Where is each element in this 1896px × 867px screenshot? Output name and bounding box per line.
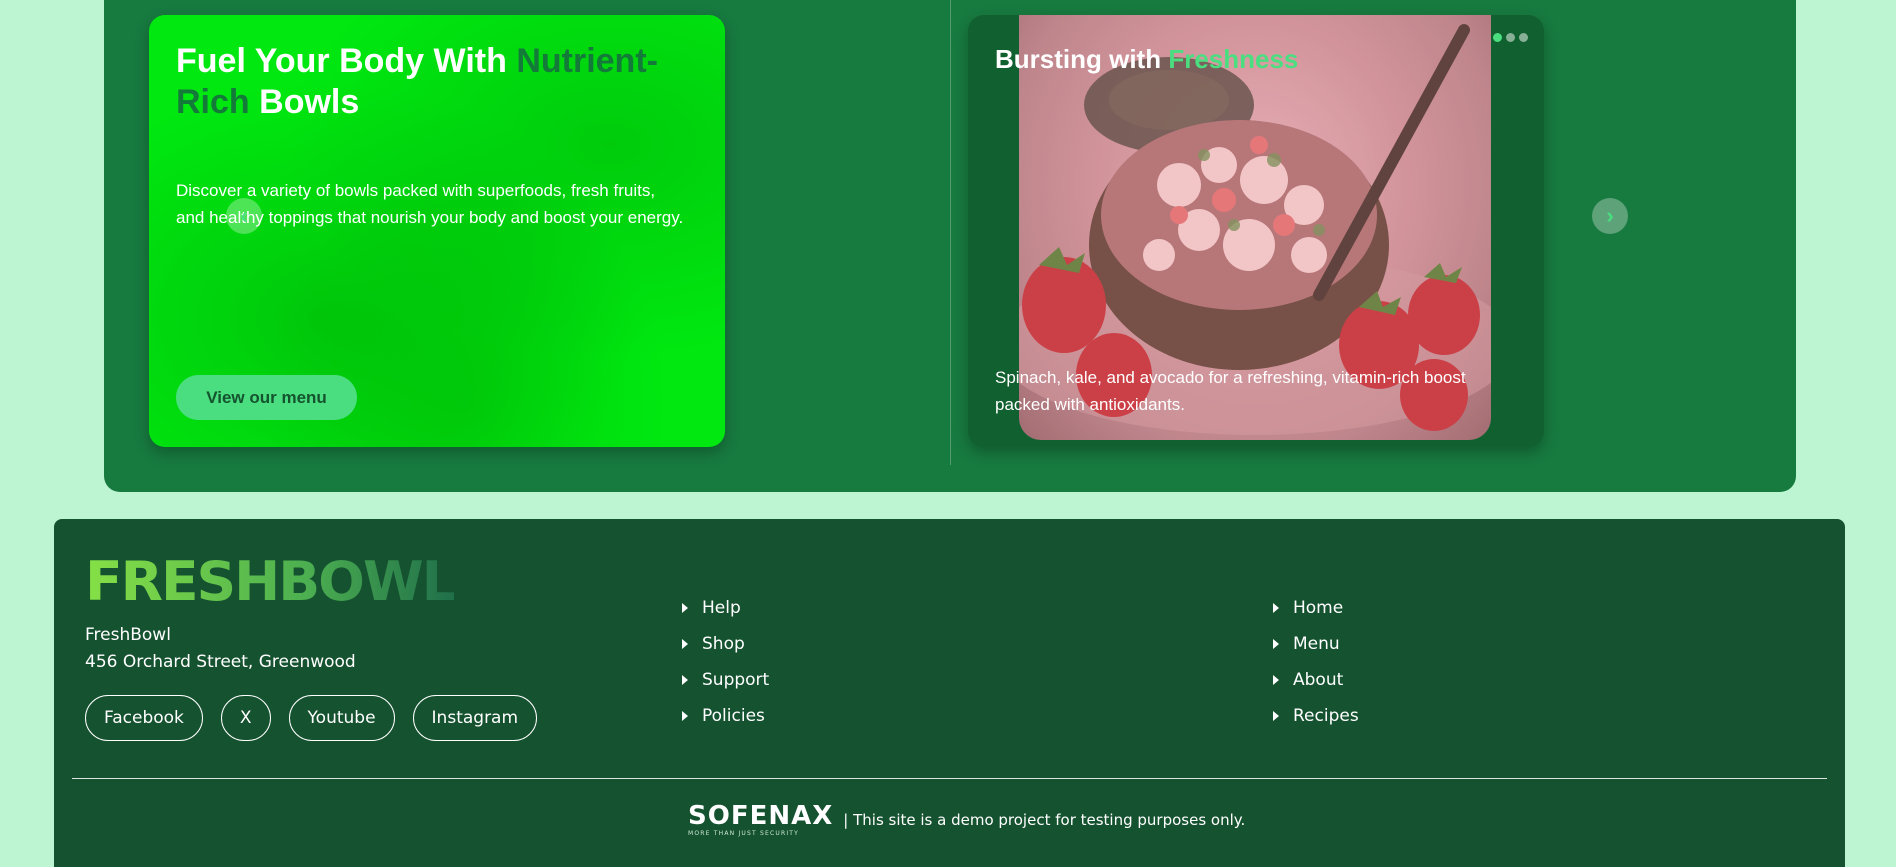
footer-link-policies[interactable]: Policies — [682, 698, 769, 734]
chevron-left-icon[interactable]: ‹ — [226, 198, 262, 234]
demo-disclaimer: | This site is a demo project for testin… — [843, 811, 1246, 829]
promo-section: Fuel Your Body With Nutrient-Rich Bowls … — [104, 0, 1796, 492]
carousel-dot-2[interactable] — [1506, 33, 1515, 42]
footer-link-menu[interactable]: Menu — [1273, 626, 1359, 662]
footer-address: 456 Orchard Street, Greenwood — [85, 652, 356, 672]
carousel-description: Spinach, kale, and avocado for a refresh… — [995, 368, 1466, 414]
footer-bottom: SOFENAX MORE THAN JUST SECURITY | This s… — [688, 803, 1245, 837]
caret-right-icon — [682, 711, 688, 721]
footer-divider — [72, 778, 1827, 779]
sofenax-tagline: MORE THAN JUST SECURITY — [688, 830, 800, 837]
footer-link-shop[interactable]: Shop — [682, 626, 769, 662]
caret-right-icon — [682, 639, 688, 649]
section-divider — [950, 0, 951, 465]
caret-right-icon — [1273, 603, 1279, 613]
caret-right-icon — [1273, 639, 1279, 649]
footer-link-help[interactable]: Help — [682, 590, 769, 626]
freshness-carousel: Bursting with Freshness Spinach, kale, a… — [968, 15, 1544, 447]
caret-right-icon — [1273, 711, 1279, 721]
caret-right-icon — [682, 603, 688, 613]
carousel-dot-1[interactable] — [1493, 33, 1502, 42]
carousel-title: Bursting with Freshness — [995, 44, 1299, 74]
title-accent: Freshness — [1168, 44, 1299, 74]
footer-brand-name: FreshBowl — [85, 625, 171, 645]
social-links: Facebook X Youtube Instagram — [85, 695, 538, 741]
carousel-dots — [1493, 33, 1528, 42]
freshbowl-logo[interactable]: FRESHBOWL — [85, 555, 457, 609]
footer-links-col1: Help Shop Support Policies — [682, 590, 769, 734]
sofenax-logo[interactable]: SOFENAX MORE THAN JUST SECURITY — [688, 803, 833, 837]
caret-right-icon — [1273, 675, 1279, 685]
footer-link-recipes[interactable]: Recipes — [1273, 698, 1359, 734]
footer-links-col2: Home Menu About Recipes — [1273, 590, 1359, 734]
sofenax-wordmark: SOFENAX — [688, 801, 834, 831]
carousel-dot-3[interactable] — [1519, 33, 1528, 42]
view-menu-button[interactable]: View our menu — [176, 375, 357, 420]
site-footer: FRESHBOWL FreshBowl 456 Orchard Street, … — [54, 519, 1845, 867]
instagram-link[interactable]: Instagram — [412, 695, 538, 741]
x-link[interactable]: X — [220, 695, 271, 741]
facebook-link[interactable]: Facebook — [85, 695, 203, 741]
footer-link-home[interactable]: Home — [1273, 590, 1359, 626]
footer-link-about[interactable]: About — [1273, 662, 1359, 698]
footer-link-support[interactable]: Support — [682, 662, 769, 698]
caret-right-icon — [682, 675, 688, 685]
youtube-link[interactable]: Youtube — [288, 695, 395, 741]
promo-card-title: Fuel Your Body With Nutrient-Rich Bowls — [176, 42, 658, 121]
chevron-right-icon[interactable]: › — [1592, 198, 1628, 234]
